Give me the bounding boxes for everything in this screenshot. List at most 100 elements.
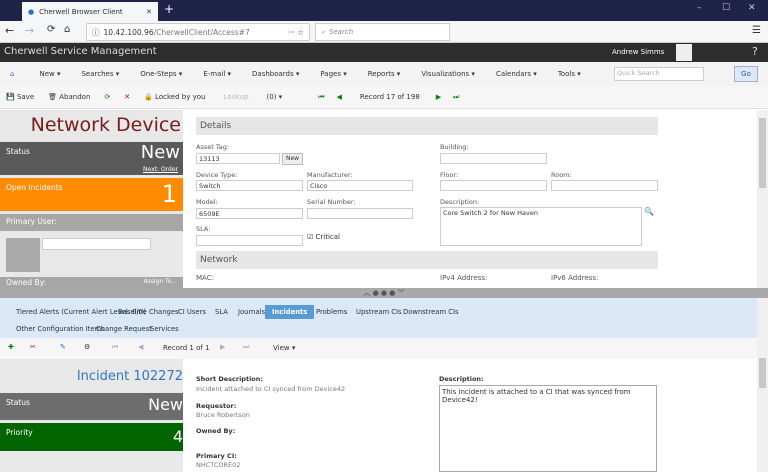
new-asset-tag-button[interactable]: New (282, 153, 303, 165)
user-name[interactable]: Andrew Simms (612, 48, 664, 56)
refresh-icon[interactable]: ⟳ (104, 93, 110, 101)
app-header: Cherwell Service Management Andrew Simms… (0, 43, 768, 62)
prev-record-icon[interactable]: ◀ (337, 93, 342, 101)
tab-incidents[interactable]: Incidents (265, 305, 315, 319)
menu-dashboards[interactable]: Dashboards ▾ (252, 70, 299, 78)
mac-label: MAC: (196, 274, 214, 282)
room-input[interactable] (551, 180, 658, 191)
menu-calendars[interactable]: Calendars ▾ (496, 70, 537, 78)
ipv4-label: IPv4 Address: (440, 274, 488, 282)
last-record-icon[interactable]: ⏭ (453, 93, 459, 102)
minimize-icon[interactable]: – (697, 3, 702, 13)
reload-icon[interactable]: ⟳ (47, 24, 55, 35)
details-form: Details Asset Tag: 13113 New Building: D… (196, 117, 658, 288)
sla-select[interactable] (196, 235, 303, 246)
next-icon[interactable]: ▶ (220, 343, 225, 351)
lookup-button[interactable]: Lookup (223, 93, 248, 101)
tab-baseline-changes[interactable]: Baseline Changes (118, 308, 179, 316)
record-title: Network Device (30, 114, 181, 136)
splitter-handle[interactable]: ︽ ● ● ● ︾ (0, 288, 768, 298)
tab-ci-users[interactable]: CI Users (178, 308, 206, 316)
browser-search[interactable]: ⌕ Search (315, 23, 450, 41)
building-input[interactable] (440, 153, 547, 164)
menu-email[interactable]: E-mail ▾ (203, 70, 231, 78)
close-window-icon[interactable]: ✕ (748, 3, 756, 13)
abandon-button[interactable]: 🗑 Abandon (48, 93, 90, 101)
url-bar[interactable]: ⓘ 10.42.100.96/CherwellClient/Access#7 ···… (86, 23, 310, 41)
browser-tab[interactable]: ● Cherwell Browser Client ✕ (22, 2, 158, 21)
new-tab-icon[interactable]: + (164, 2, 174, 16)
tab-services[interactable]: Services (150, 325, 179, 333)
unlink-icon[interactable]: ✂ (30, 343, 36, 351)
menu-searches[interactable]: Searches ▾ (81, 70, 119, 78)
home-icon[interactable]: ⌂ (10, 70, 14, 78)
toolbar: 💾 Save 🗑 Abandon ⟳ ✕ 🔒 Locked by you Loo… (0, 86, 768, 109)
upper-scrollbar[interactable] (757, 110, 768, 288)
device-type-select[interactable]: Switch (196, 180, 303, 191)
browser-tab-bar: ● Cherwell Browser Client ✕ + – ☐ ✕ (0, 0, 768, 21)
quick-search-input[interactable]: Quick Search (614, 67, 704, 81)
attachments-button[interactable]: (0) ▾ (267, 93, 283, 101)
tab-journals[interactable]: Journals (238, 308, 265, 316)
next-record-icon[interactable]: ▶ (436, 93, 441, 101)
assign-to-link[interactable]: Assign To... (144, 278, 177, 285)
record-summary-panel: Network Device Status New Next: Order Op… (0, 110, 183, 288)
manufacturer-select[interactable]: Cisco (307, 180, 413, 191)
primary-user-input[interactable] (42, 238, 151, 250)
prev-icon[interactable]: ◀ (138, 343, 143, 351)
navigation-bar: ← → ⟳ ⌂ ⓘ 10.42.100.96/CherwellClient/Acc… (0, 21, 768, 43)
maximize-icon[interactable]: ☐ (722, 3, 730, 13)
description-textarea[interactable]: Core Switch 2 for New Haven (440, 207, 642, 246)
incident-status-band: Status New (0, 393, 183, 420)
incident-summary-panel: Incident 102272 Status New Priority 4 (0, 359, 183, 472)
tab-other-configuration-items[interactable]: Other Configuration Items (16, 325, 105, 333)
next-order-link[interactable]: Next: Order (143, 166, 178, 173)
menu-one-steps[interactable]: One-Steps ▾ (140, 70, 182, 78)
settings-icon[interactable]: ⚙ (84, 343, 90, 351)
forward-icon[interactable]: → (25, 24, 34, 37)
menu-new[interactable]: New ▾ (39, 70, 60, 78)
close-icon[interactable]: ✕ (146, 8, 152, 16)
menu-icon[interactable]: ☰ (752, 25, 761, 36)
search-icon: ⌕ (321, 27, 325, 36)
avatar[interactable] (676, 44, 692, 61)
open-incidents-band[interactable]: Open Incidents 1 (0, 178, 183, 211)
menu-reports[interactable]: Reports ▾ (368, 70, 401, 78)
globe-icon: ● (28, 7, 35, 16)
floor-input[interactable] (440, 180, 547, 191)
tab-downstream-cis[interactable]: Downstream CIs (403, 308, 459, 316)
add-icon[interactable]: ✚ (8, 343, 14, 351)
user-avatar (6, 238, 40, 272)
incident-title: Incident 102272 (76, 369, 183, 384)
serial-number-input[interactable] (307, 208, 413, 219)
magnify-icon[interactable]: 🔍 (644, 207, 654, 216)
last-icon[interactable]: ⏭ (243, 343, 249, 352)
tab-change-request[interactable]: Change Request (96, 325, 152, 333)
lower-scrollbar[interactable] (757, 298, 768, 472)
home-icon[interactable]: ⌂ (64, 24, 70, 35)
first-icon[interactable]: ⏮ (112, 343, 118, 352)
menu-pages[interactable]: Pages ▾ (320, 70, 346, 78)
view-menu[interactable]: View ▾ (273, 344, 295, 352)
tab-problems[interactable]: Problems (316, 308, 347, 316)
menu-tools[interactable]: Tools ▾ (558, 70, 581, 78)
asset-tag-input[interactable]: 13113 (196, 153, 280, 164)
status-band: Status New Next: Order (0, 142, 183, 175)
help-icon[interactable]: ? (752, 45, 758, 58)
details-header: Details (196, 117, 658, 135)
save-button[interactable]: 💾 Save (6, 93, 34, 101)
bookmark-star-icon[interactable]: ··· ☆ (288, 28, 304, 37)
go-button[interactable]: Go (734, 66, 758, 82)
edit-icon[interactable]: ✎ (60, 343, 66, 351)
menu-visualizations[interactable]: Visualizations ▾ (421, 70, 475, 78)
incident-priority-band: Priority 4 (0, 423, 183, 451)
critical-checkbox[interactable]: ☑ Critical (307, 233, 340, 241)
sub-record-counter: Record 1 of 1 (163, 344, 210, 352)
first-record-icon[interactable]: ⏮ (318, 93, 324, 102)
tab-upstream-cis[interactable]: Upstream CIs (356, 308, 402, 316)
delete-icon[interactable]: ✕ (124, 93, 130, 101)
tab-sla[interactable]: SLA (215, 308, 228, 316)
incident-description-textarea[interactable]: This incident is attached to a CI that w… (439, 385, 657, 472)
back-icon[interactable]: ← (5, 24, 14, 37)
model-input[interactable]: 6509E (196, 208, 303, 219)
